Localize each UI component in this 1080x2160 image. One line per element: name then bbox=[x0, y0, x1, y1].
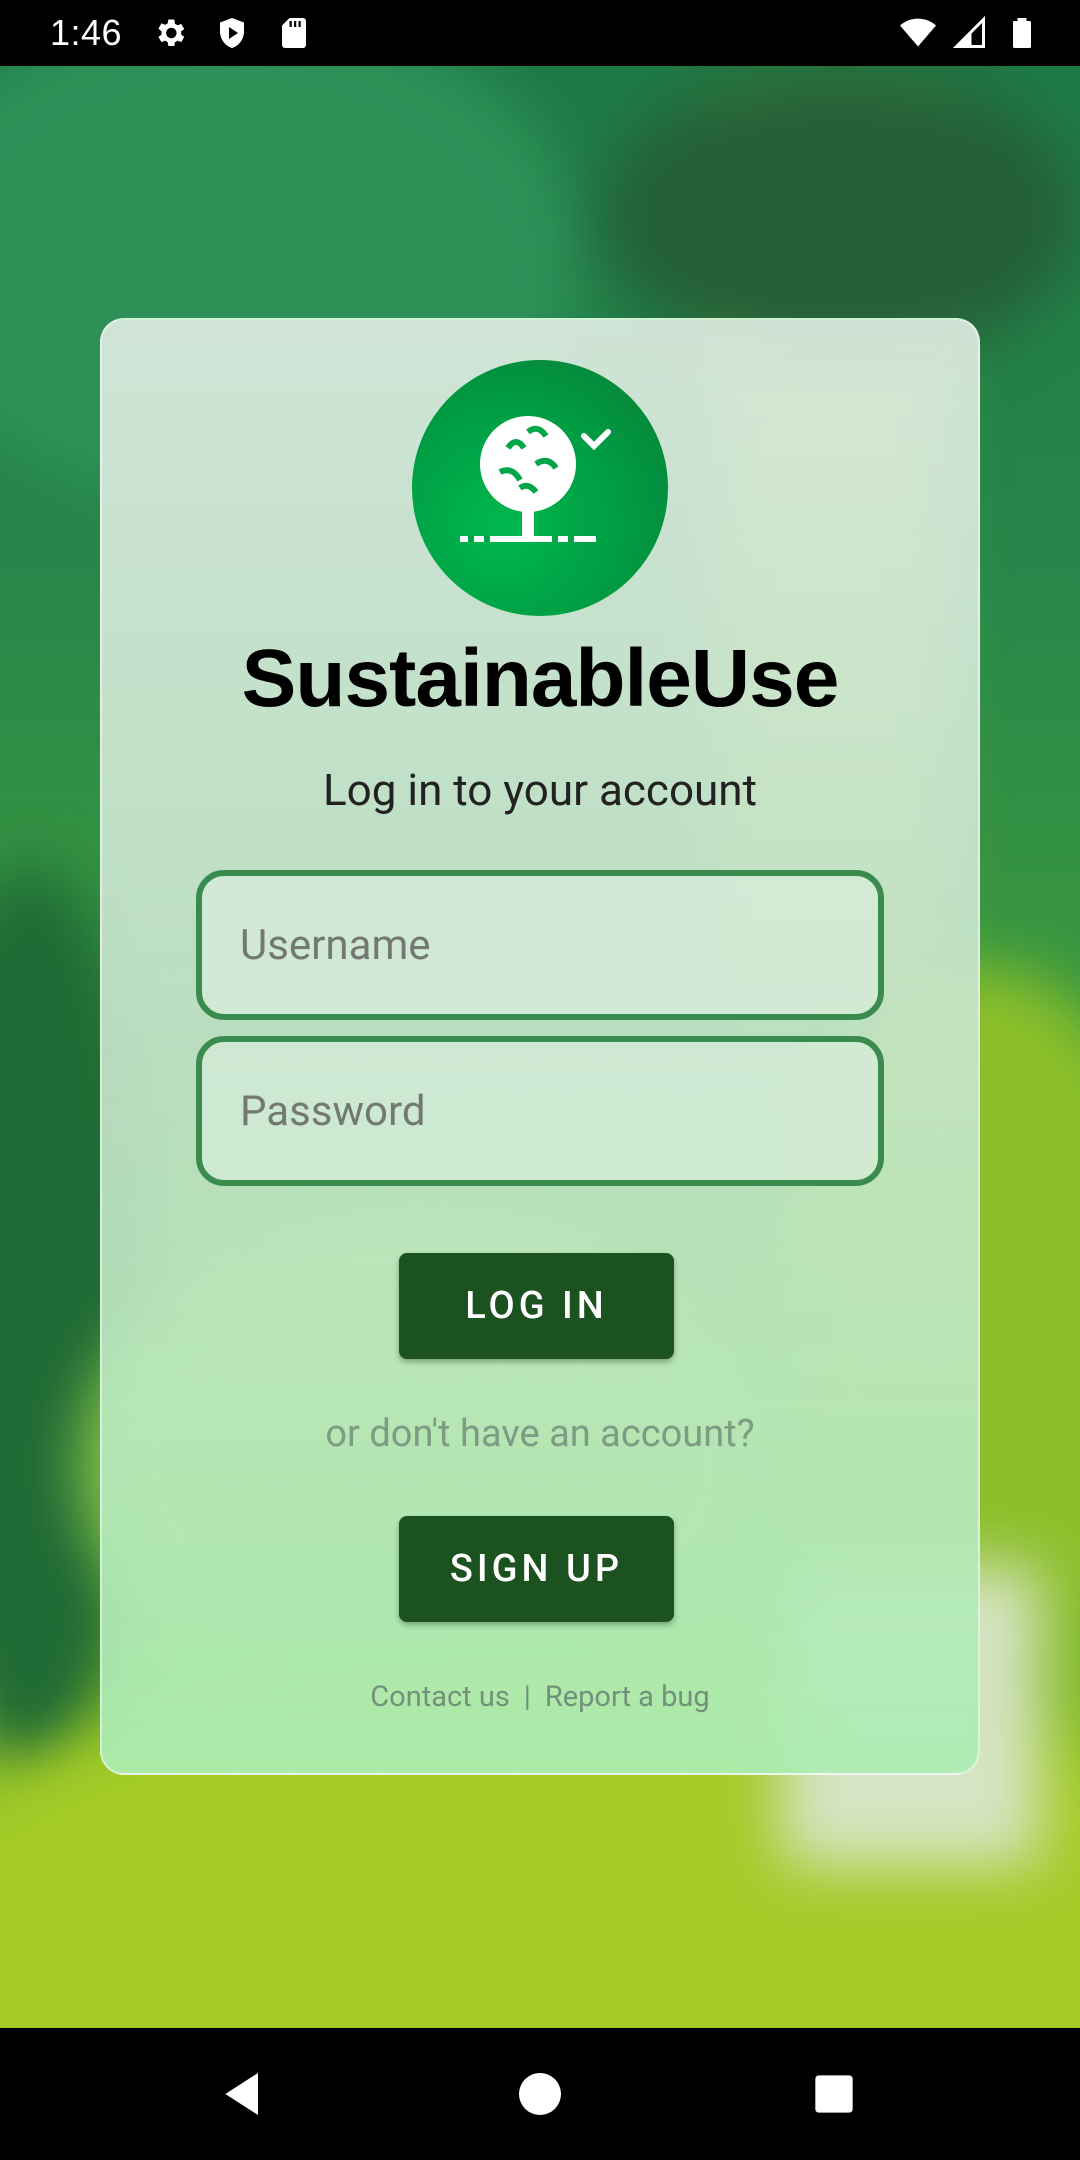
status-bar: 1:46 bbox=[0, 0, 1080, 66]
cell-signal-icon bbox=[952, 15, 988, 51]
password-input[interactable] bbox=[202, 1042, 878, 1180]
wifi-icon bbox=[900, 15, 936, 51]
settings-gear-icon bbox=[152, 15, 188, 51]
username-input[interactable] bbox=[202, 876, 878, 1014]
home-circle-icon[interactable] bbox=[512, 2066, 568, 2122]
username-field-container bbox=[196, 870, 884, 1020]
sd-card-icon bbox=[276, 15, 312, 51]
status-icons-left bbox=[152, 15, 312, 51]
status-icons-right bbox=[900, 15, 1040, 51]
report-bug-link[interactable]: Report a bug bbox=[545, 1680, 710, 1714]
app-title: SustainableUse bbox=[241, 633, 840, 724]
back-triangle-icon[interactable] bbox=[216, 2066, 272, 2122]
footer-separator: | bbox=[523, 1680, 531, 1714]
status-time: 1:46 bbox=[50, 12, 123, 53]
recents-square-icon[interactable] bbox=[806, 2066, 862, 2122]
password-field-container bbox=[196, 1036, 884, 1186]
contact-us-link[interactable]: Contact us bbox=[370, 1680, 510, 1714]
login-subtitle: Log in to your account bbox=[322, 764, 757, 816]
signup-button[interactable]: SIGN UP bbox=[399, 1516, 674, 1622]
shield-play-icon bbox=[214, 15, 250, 51]
footer-links: Contact us | Report a bug bbox=[100, 1680, 980, 1714]
tree-logo-icon bbox=[412, 360, 668, 616]
navigation-bar bbox=[0, 2028, 1080, 2160]
login-button[interactable]: LOG IN bbox=[399, 1253, 674, 1359]
battery-icon bbox=[1004, 15, 1040, 51]
no-account-prompt: or don't have an account? bbox=[325, 1412, 755, 1456]
